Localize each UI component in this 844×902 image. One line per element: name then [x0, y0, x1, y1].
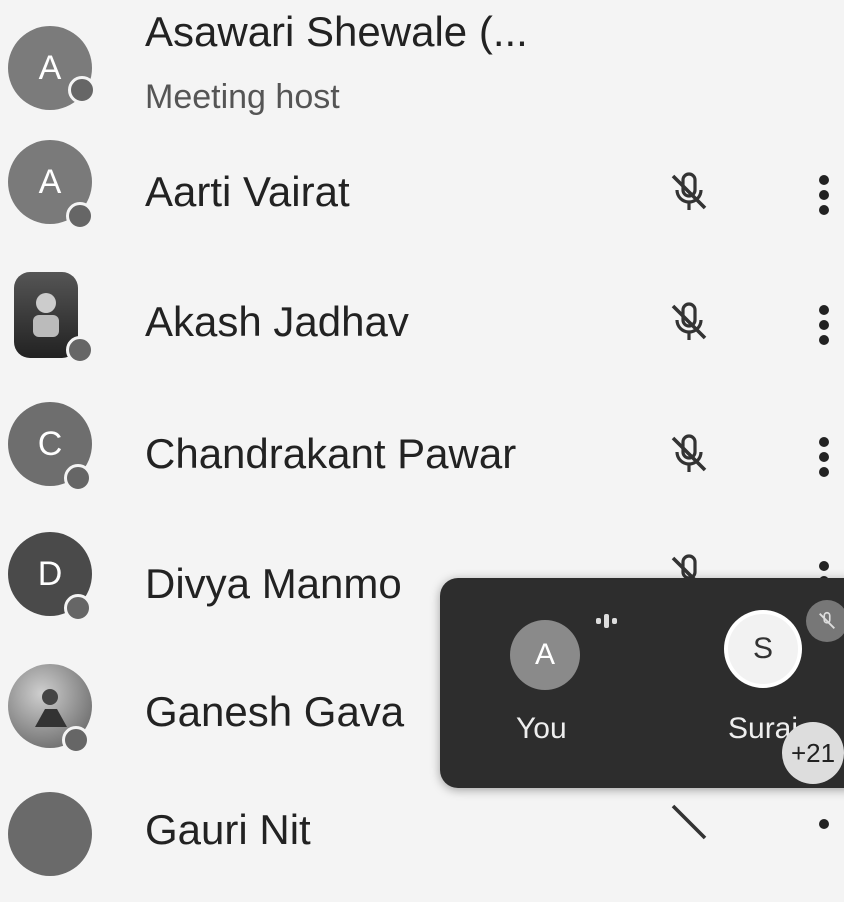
- mic-off-icon: [671, 804, 707, 840]
- presence-indicator: [62, 726, 90, 754]
- participant-row[interactable]: Gauri Nit: [0, 792, 844, 902]
- participant-name: Aarti Vairat: [145, 168, 350, 215]
- more-options-button[interactable]: [814, 170, 834, 226]
- participant-name: Divya Manmo: [145, 560, 402, 607]
- speaking-indicator-icon: [596, 612, 620, 630]
- participant-row[interactable]: Akash Jadhav: [0, 272, 844, 382]
- presence-indicator: [64, 464, 92, 492]
- photo-icon: [35, 689, 67, 727]
- speaker-avatar: S: [724, 610, 802, 688]
- more-participants-badge[interactable]: +21: [782, 722, 844, 784]
- participant-row[interactable]: A Aarti Vairat: [0, 140, 844, 250]
- participant-role: Meeting host: [145, 78, 340, 116]
- participant-name: Ganesh Gava: [145, 688, 405, 735]
- self-label: You: [516, 712, 567, 745]
- participant-row[interactable]: A Asawari Shewale (... Meeting host: [0, 0, 844, 116]
- self-avatar: A: [510, 620, 580, 690]
- photo-icon: [33, 293, 59, 337]
- participant-name: Asawari Shewale (...: [145, 8, 528, 55]
- presence-indicator: [66, 202, 94, 230]
- presence-indicator: [66, 336, 94, 364]
- presence-indicator: [64, 594, 92, 622]
- participant-name: Akash Jadhav: [145, 298, 409, 345]
- mic-off-icon: [671, 434, 707, 472]
- more-options-button[interactable]: [814, 300, 834, 356]
- more-options-button[interactable]: [814, 814, 834, 870]
- presence-indicator: [68, 76, 96, 104]
- mic-off-icon: [671, 302, 707, 340]
- mic-off-icon: [671, 172, 707, 210]
- more-options-button[interactable]: [814, 432, 834, 488]
- participant-name: Gauri Nit: [145, 806, 311, 853]
- participant-row[interactable]: C Chandrakant Pawar: [0, 402, 844, 512]
- participant-name: Chandrakant Pawar: [145, 430, 517, 477]
- avatar: [8, 792, 92, 876]
- mic-off-icon: [806, 600, 844, 642]
